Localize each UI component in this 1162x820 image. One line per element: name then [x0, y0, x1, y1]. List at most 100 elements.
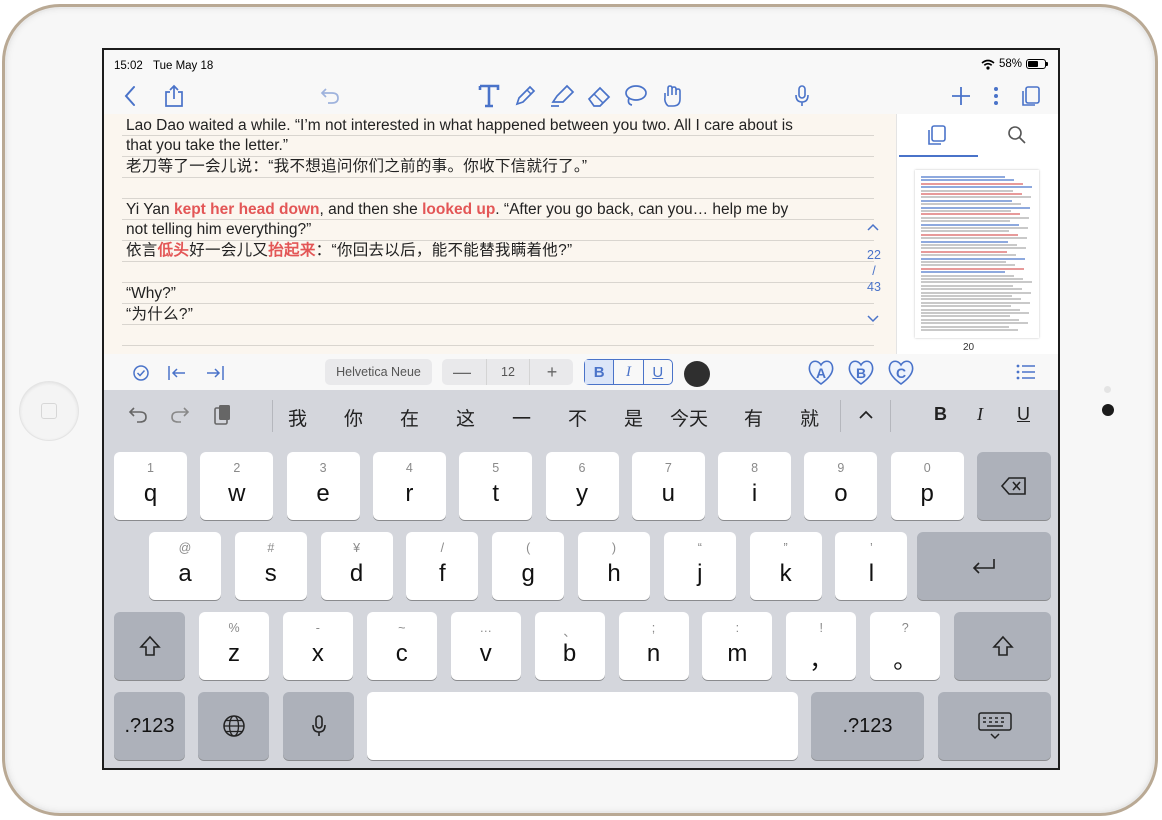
- ink-color-swatch[interactable]: [684, 361, 710, 387]
- key-t[interactable]: 5t: [459, 452, 533, 520]
- key-e[interactable]: 3e: [286, 452, 360, 520]
- microphone-icon[interactable]: [790, 78, 814, 114]
- key-a[interactable]: @ a: [149, 532, 221, 600]
- key-b[interactable]: 、 b: [534, 612, 605, 680]
- redo-icon[interactable]: [170, 406, 190, 424]
- text-line: “Why?”: [126, 285, 176, 302]
- dictation-key[interactable]: [283, 692, 354, 760]
- highlighter-icon[interactable]: [547, 78, 577, 114]
- stamp-b-icon[interactable]: B: [846, 357, 876, 387]
- more-icon[interactable]: [986, 78, 1006, 114]
- paste-icon[interactable]: [212, 404, 232, 426]
- thumbnail-text-line: [921, 288, 1022, 291]
- candidate-word[interactable]: 不: [568, 404, 587, 431]
- key-s[interactable]: # s: [234, 532, 307, 600]
- page-thumbnail[interactable]: [915, 170, 1039, 338]
- key-hint: /: [440, 541, 445, 555]
- key-label: j: [697, 560, 703, 587]
- indent-icon[interactable]: [205, 364, 225, 382]
- back-icon[interactable]: [118, 78, 142, 114]
- delete-key[interactable]: [977, 452, 1051, 520]
- candidate-word[interactable]: 我: [288, 404, 307, 431]
- kb-bold-button[interactable]: B: [934, 404, 947, 425]
- key-l[interactable]: ’ l: [835, 532, 908, 600]
- candidate-word[interactable]: 有: [744, 404, 763, 431]
- key-u[interactable]: 7u: [631, 452, 705, 520]
- key-z[interactable]: % z: [199, 612, 269, 680]
- page-total: 43: [867, 280, 881, 294]
- globe-key[interactable]: [198, 692, 269, 760]
- tab-search[interactable]: [977, 114, 1057, 156]
- key-r[interactable]: 4r: [372, 452, 446, 520]
- list-icon[interactable]: [1016, 364, 1036, 380]
- key-p[interactable]: 0p: [890, 452, 964, 520]
- key-j[interactable]: “j: [663, 532, 736, 600]
- key-n[interactable]: ; n: [618, 612, 689, 680]
- numbers-key-right[interactable]: .?123: [811, 692, 924, 760]
- bold-button[interactable]: B: [585, 360, 615, 384]
- note-page[interactable]: Lao Dao waited a while. “I’m not interes…: [104, 114, 896, 354]
- page-up-icon[interactable]: [866, 222, 880, 232]
- stamp-c-icon[interactable]: C: [886, 357, 916, 387]
- candidate-word[interactable]: 是: [624, 404, 643, 431]
- key-d[interactable]: ¥ d: [320, 532, 393, 600]
- candidate-word[interactable]: 你: [344, 404, 363, 431]
- undo-icon[interactable]: [316, 78, 344, 114]
- add-icon[interactable]: [948, 78, 974, 114]
- key-q[interactable]: 1q: [114, 452, 187, 520]
- pen-icon[interactable]: [510, 78, 540, 114]
- key-c[interactable]: ~ c: [366, 612, 437, 680]
- key-o[interactable]: 9o: [804, 452, 878, 520]
- key-punct-7[interactable]: !，: [786, 612, 857, 680]
- key-w[interactable]: 2w: [200, 452, 274, 520]
- hand-tool-icon[interactable]: [658, 78, 688, 114]
- candidate-word[interactable]: 一: [512, 404, 531, 431]
- home-button[interactable]: [20, 382, 78, 440]
- key-h[interactable]: ) h: [578, 532, 650, 600]
- dismiss-keyboard-key[interactable]: [938, 692, 1051, 760]
- microphone-icon: [311, 715, 326, 736]
- tab-thumbnails[interactable]: [897, 114, 977, 156]
- undo-icon[interactable]: [128, 406, 148, 424]
- increase-size-button[interactable]: +: [531, 359, 573, 385]
- pages-icon[interactable]: [1018, 78, 1044, 114]
- candidate-word[interactable]: 今天: [670, 404, 708, 431]
- expand-candidates-icon[interactable]: [858, 410, 874, 420]
- page-separator: /: [872, 264, 876, 278]
- text-tool-icon[interactable]: [474, 78, 504, 114]
- underline-button[interactable]: U: [644, 360, 672, 384]
- shift-key-right[interactable]: [954, 612, 1051, 680]
- numbers-key-left[interactable]: .?123: [114, 692, 185, 760]
- key-y[interactable]: 6y: [545, 452, 619, 520]
- italic-button[interactable]: I: [614, 360, 644, 384]
- key-g[interactable]: (g: [492, 532, 565, 600]
- decrease-size-button[interactable]: —: [442, 359, 482, 385]
- share-icon[interactable]: [160, 78, 188, 114]
- key-v[interactable]: … v: [450, 612, 521, 680]
- font-family-picker[interactable]: Helvetica Neue: [325, 359, 432, 385]
- thumbnail-page-number: 20: [963, 342, 975, 353]
- select-check-icon[interactable]: [132, 364, 150, 382]
- stamp-a-icon[interactable]: A: [806, 357, 836, 387]
- key-hint: 、: [563, 625, 576, 639]
- page-down-icon[interactable]: [866, 314, 880, 324]
- return-key[interactable]: [917, 532, 1051, 600]
- key-hint: (: [526, 541, 531, 555]
- key-x[interactable]: -x: [282, 612, 353, 680]
- outdent-icon[interactable]: [167, 364, 187, 382]
- shift-key-left[interactable]: [114, 612, 185, 680]
- key-i[interactable]: 8i: [718, 452, 792, 520]
- candidate-word[interactable]: 在: [400, 404, 419, 431]
- eraser-icon[interactable]: [584, 78, 614, 114]
- kb-underline-button[interactable]: U: [1017, 404, 1030, 425]
- key-f[interactable]: / f: [406, 532, 479, 600]
- highlighted-phrase: 低头: [157, 242, 190, 259]
- candidate-word[interactable]: 这: [456, 404, 475, 431]
- key-punct-8[interactable]: ?。: [870, 612, 941, 680]
- space-key[interactable]: [367, 692, 798, 760]
- candidate-word[interactable]: 就: [800, 404, 819, 431]
- lasso-icon[interactable]: [621, 78, 651, 114]
- key-k[interactable]: ” k: [749, 532, 822, 600]
- key-m[interactable]: :m: [702, 612, 773, 680]
- kb-italic-button[interactable]: I: [977, 404, 983, 425]
